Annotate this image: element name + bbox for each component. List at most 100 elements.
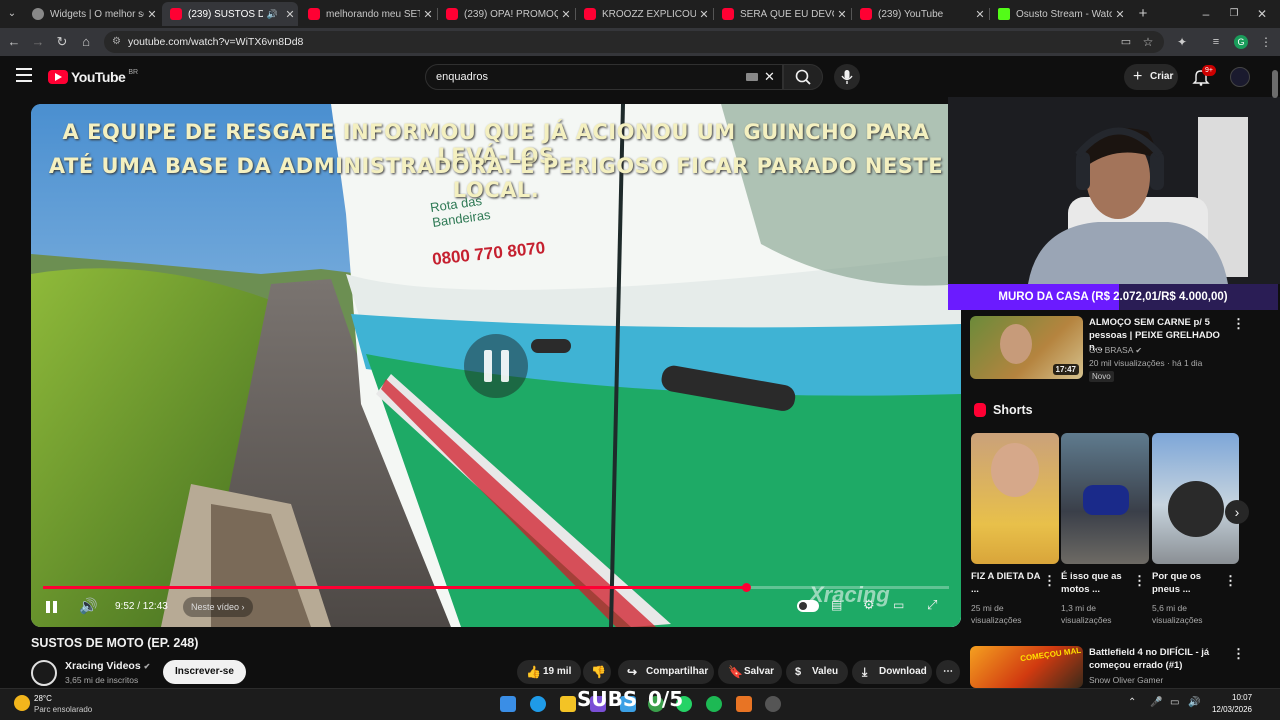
more-actions-button[interactable]: ⋯ bbox=[936, 660, 960, 684]
video-title: SUSTOS DE MOTO (EP. 248) bbox=[31, 636, 199, 650]
autoplay-toggle[interactable] bbox=[797, 600, 819, 612]
more-options-icon[interactable]: ⋮ bbox=[1043, 573, 1056, 589]
tray-volume-icon[interactable]: 🔊 bbox=[1188, 697, 1200, 708]
edge-icon[interactable] bbox=[530, 696, 546, 712]
windows-start-icon[interactable] bbox=[500, 696, 516, 712]
thanks-button[interactable]: $ Valeu bbox=[786, 660, 848, 684]
subscribe-button[interactable]: Inscrever-se bbox=[163, 660, 246, 684]
close-icon[interactable]: ✕ bbox=[144, 8, 160, 21]
short-item[interactable]: FIZ A DIETA DA ... 25 mi de visualizaçõe… bbox=[971, 433, 1059, 633]
window-close-button[interactable]: ✕ bbox=[1252, 4, 1272, 24]
tray-mic-icon[interactable]: 🎤 bbox=[1150, 697, 1162, 708]
weather-icon[interactable] bbox=[14, 695, 30, 711]
search-input[interactable]: enquadros ✕ bbox=[425, 64, 783, 90]
more-options-icon[interactable]: ⋮ bbox=[1224, 573, 1237, 589]
weather-desc: Parc ensolarado bbox=[34, 705, 93, 714]
short-item[interactable]: Por que os pneus ... 5,6 mi de visualiza… bbox=[1152, 433, 1240, 633]
spotify-icon[interactable] bbox=[706, 696, 722, 712]
tab-widgets[interactable]: Widgets | O melhor softw ✕ bbox=[24, 2, 160, 26]
more-options-icon[interactable]: ⋮ bbox=[1232, 646, 1245, 662]
shorts-heading: Shorts bbox=[993, 403, 1033, 417]
cast-icon[interactable]: ▭ bbox=[1116, 32, 1136, 52]
site-settings-icon[interactable]: ⚙ bbox=[112, 31, 121, 53]
search-button[interactable] bbox=[783, 64, 823, 90]
extensions-icon[interactable]: ✦ bbox=[1172, 32, 1192, 52]
tray-network-icon[interactable]: ▭ bbox=[1170, 697, 1179, 708]
short-item[interactable]: É isso que as motos ... 1,3 mi de visual… bbox=[1061, 433, 1149, 633]
subtitles-icon[interactable]: ▤ bbox=[831, 598, 842, 612]
tab-osusto-stream[interactable]: Osusto Stream - Watch L ✕ bbox=[990, 2, 1128, 26]
reading-list-icon[interactable]: ≡ bbox=[1206, 32, 1226, 52]
recommended-video[interactable]: COMEÇOU MAL Battlefield 4 no DIFÍCIL - j… bbox=[970, 646, 1250, 688]
minimize-button[interactable]: – bbox=[1196, 4, 1216, 24]
more-options-icon[interactable]: ⋮ bbox=[1232, 316, 1245, 332]
back-arrow-icon[interactable]: ← bbox=[4, 32, 24, 52]
file-explorer-icon[interactable] bbox=[560, 696, 576, 712]
close-icon[interactable]: ✕ bbox=[834, 8, 850, 21]
dislike-button[interactable]: 👎 bbox=[583, 660, 611, 684]
close-icon[interactable]: ✕ bbox=[282, 8, 298, 21]
chapter-button[interactable]: Neste vídeo › bbox=[183, 597, 253, 617]
share-button[interactable]: ↪ Compartilhar bbox=[618, 660, 714, 684]
thumbnail-tire bbox=[1168, 481, 1224, 537]
create-button[interactable]: + Criar bbox=[1124, 64, 1178, 90]
new-tab-button[interactable]: + bbox=[1133, 4, 1153, 24]
youtube-icon bbox=[308, 8, 320, 20]
app-icon[interactable] bbox=[736, 696, 752, 712]
forward-arrow-icon[interactable]: → bbox=[28, 32, 48, 52]
clear-search-icon[interactable]: ✕ bbox=[764, 65, 775, 89]
pause-icon[interactable] bbox=[45, 600, 59, 614]
reload-icon[interactable]: ↻ bbox=[52, 32, 72, 52]
maximize-button[interactable]: ❐ bbox=[1224, 4, 1244, 24]
profile-avatar[interactable]: G bbox=[1234, 35, 1248, 49]
progress-bar[interactable] bbox=[43, 586, 949, 589]
hamburger-menu-icon[interactable] bbox=[16, 68, 32, 82]
home-icon[interactable]: ⌂ bbox=[76, 32, 96, 52]
tab-kroozz[interactable]: KROOZZ EXPLICOU COM ✕ bbox=[576, 2, 712, 26]
tab-promocao[interactable]: (239) OPA! PROMOÇÃO ✕ bbox=[438, 2, 574, 26]
video-player[interactable]: Rota das Bandeiras 0800 770 8070 A EQUIP… bbox=[31, 104, 961, 627]
volume-icon[interactable]: 🔊 bbox=[79, 597, 98, 615]
tab-title: (239) OPA! PROMOÇÃO bbox=[464, 8, 558, 20]
speaker-icon[interactable]: 🔊 bbox=[267, 9, 278, 20]
clock-time: 10:07 bbox=[1232, 693, 1253, 702]
tab-sustos-de-moto[interactable]: (239) SUSTOS DE MO 🔊 ✕ bbox=[162, 2, 298, 26]
youtube-logo[interactable]: YouTube BR bbox=[48, 69, 138, 85]
fullscreen-icon[interactable]: ⤢ bbox=[927, 597, 937, 613]
recommended-video[interactable]: 17:47 ALMOÇO SEM CARNE p/ 5 pessoas | PE… bbox=[970, 316, 1250, 384]
shorts-next-button[interactable]: › bbox=[1225, 500, 1249, 524]
create-label: Criar bbox=[1150, 71, 1174, 82]
close-icon[interactable]: ✕ bbox=[558, 8, 574, 21]
menu-dots-icon[interactable]: ⋮ bbox=[1256, 32, 1276, 52]
thumbnail-motorcycle bbox=[1083, 485, 1129, 515]
like-count: 19 mil bbox=[543, 666, 572, 677]
chapter-label: Neste vídeo bbox=[191, 602, 240, 612]
keyboard-icon[interactable] bbox=[746, 73, 758, 81]
voice-search-button[interactable] bbox=[834, 64, 860, 90]
avatar[interactable] bbox=[1230, 67, 1250, 87]
like-button[interactable]: 👍 19 mil bbox=[517, 660, 581, 684]
close-icon[interactable]: ✕ bbox=[420, 8, 436, 21]
settings-gear-icon[interactable]: ⚙ bbox=[863, 597, 875, 613]
channel-avatar[interactable] bbox=[31, 660, 57, 686]
obs-icon[interactable] bbox=[765, 696, 781, 712]
save-button[interactable]: 🔖 Salvar bbox=[718, 660, 782, 684]
tab-youtube-home[interactable]: (239) YouTube ✕ bbox=[852, 2, 988, 26]
close-icon[interactable]: ✕ bbox=[1112, 8, 1128, 21]
tray-chevron-icon[interactable]: ⌃ bbox=[1128, 697, 1136, 708]
channel-name-row[interactable]: Xracing Videos ✔ bbox=[65, 660, 150, 672]
close-icon[interactable]: ✕ bbox=[972, 8, 988, 21]
progress-scrubber[interactable] bbox=[742, 583, 752, 592]
scrollbar-thumb[interactable] bbox=[1272, 70, 1278, 98]
tab-sera-que[interactable]: SERÁ QUE EU DEVO COM ✕ bbox=[714, 2, 850, 26]
theater-mode-icon[interactable]: ▭ bbox=[893, 598, 904, 612]
close-icon[interactable]: ✕ bbox=[696, 8, 712, 21]
bookmark-star-icon[interactable]: ☆ bbox=[1138, 32, 1158, 52]
url-input[interactable]: ⚙ youtube.com/watch?v=WiTX6vn8Dd8 bbox=[104, 31, 1164, 53]
save-label: Salvar bbox=[744, 666, 775, 677]
tab-search-icon[interactable]: ⌄ bbox=[2, 4, 22, 24]
tab-melhorando-setup[interactable]: melhorando meu SETUP ✕ bbox=[300, 2, 436, 26]
more-options-icon[interactable]: ⋮ bbox=[1133, 573, 1146, 589]
share-icon: ↪ bbox=[627, 665, 638, 679]
download-button[interactable]: ⤓ Download bbox=[852, 660, 932, 684]
